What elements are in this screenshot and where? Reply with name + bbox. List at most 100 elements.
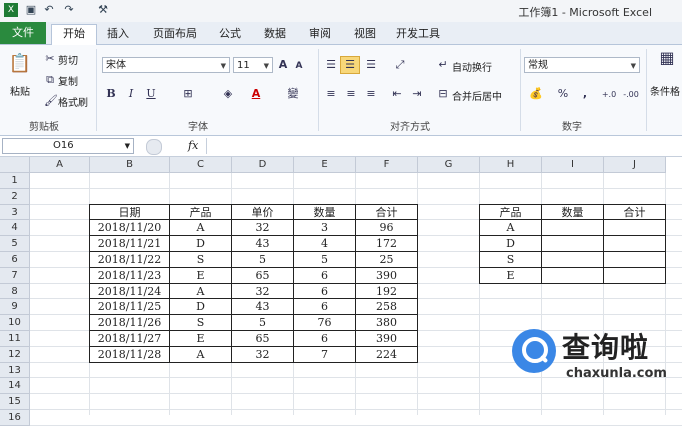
align-right-icon[interactable]: ≡ xyxy=(364,87,378,101)
align-bottom-icon[interactable]: ☰ xyxy=(364,58,378,72)
table-cell[interactable]: S xyxy=(170,252,232,268)
column-header-e[interactable]: E xyxy=(294,157,356,173)
tab-file[interactable]: 文件 xyxy=(0,22,46,44)
customize-quick-access-icon[interactable]: ⚒ xyxy=(96,3,110,17)
underline-button[interactable]: U xyxy=(144,87,158,101)
table-cell[interactable]: 390 xyxy=(356,267,418,284)
table-cell[interactable]: 2018/11/20 xyxy=(90,220,170,237)
table-cell[interactable]: 2018/11/22 xyxy=(90,252,170,268)
conditional-formatting-icon[interactable]: ▦ xyxy=(656,50,678,73)
column-header-g[interactable]: G xyxy=(418,157,480,173)
table-cell[interactable]: 172 xyxy=(356,236,418,252)
insert-function-button[interactable]: fx xyxy=(188,139,198,152)
table-cell[interactable]: 2018/11/27 xyxy=(90,331,170,347)
row-header-7[interactable]: 7 xyxy=(0,267,30,284)
select-all-corner[interactable] xyxy=(0,157,30,173)
formula-input[interactable] xyxy=(206,138,681,154)
table-cell[interactable]: 390 xyxy=(356,331,418,347)
table-cell[interactable]: 65 xyxy=(232,331,294,347)
table-cell[interactable]: 2018/11/26 xyxy=(90,315,170,331)
shrink-font-button[interactable]: A xyxy=(293,59,305,73)
tab-view[interactable]: 视图 xyxy=(347,25,383,43)
table-cell[interactable]: 2018/11/28 xyxy=(90,346,170,363)
number-format-select[interactable]: 常规 ▼ xyxy=(524,57,640,73)
table-header-cell[interactable]: 产品 xyxy=(170,204,232,221)
comma-button[interactable]: , xyxy=(580,87,590,101)
row-header-9[interactable]: 9 xyxy=(0,299,30,316)
cut-icon[interactable]: ✂ xyxy=(44,52,56,66)
table-cell[interactable]: 5 xyxy=(232,315,294,331)
row-header-12[interactable]: 12 xyxy=(0,346,30,363)
table-cell[interactable]: 96 xyxy=(356,220,418,237)
table-cell[interactable]: E xyxy=(170,267,232,284)
table-header-cell[interactable]: 产品 xyxy=(480,204,542,221)
align-center-icon[interactable]: ≡ xyxy=(344,87,358,101)
save-icon[interactable]: ▣ xyxy=(24,3,38,17)
row-header-10[interactable]: 10 xyxy=(0,315,30,331)
row-header-13[interactable]: 13 xyxy=(0,362,30,379)
formula-cancel-icon[interactable] xyxy=(146,139,162,155)
table-cell[interactable]: 7 xyxy=(294,346,356,363)
column-header-b[interactable]: B xyxy=(90,157,170,173)
tab-formulas[interactable]: 公式 xyxy=(212,25,248,43)
align-left-icon[interactable]: ≡ xyxy=(324,87,338,101)
column-header-f[interactable]: F xyxy=(356,157,418,173)
name-box[interactable]: O16 ▼ xyxy=(2,138,134,154)
table-cell[interactable]: D xyxy=(170,299,232,316)
italic-button[interactable]: I xyxy=(124,87,138,101)
row-header-3[interactable]: 3 xyxy=(0,204,30,221)
align-top-icon[interactable]: ☰ xyxy=(324,58,338,72)
table-cell[interactable]: 6 xyxy=(294,283,356,300)
table-cell[interactable]: S xyxy=(170,315,232,331)
increase-decimal-button[interactable]: +.0 xyxy=(600,88,618,102)
row-header-1[interactable]: 1 xyxy=(0,173,30,189)
table-cell[interactable]: 5 xyxy=(294,252,356,268)
table-cell[interactable]: 6 xyxy=(294,331,356,347)
row-header-14[interactable]: 14 xyxy=(0,378,30,395)
row-header-8[interactable]: 8 xyxy=(0,283,30,300)
table-cell[interactable]: 4 xyxy=(294,236,356,252)
grow-font-button[interactable]: A xyxy=(277,58,289,72)
row-header-11[interactable]: 11 xyxy=(0,331,30,347)
table-cell[interactable] xyxy=(604,236,666,252)
table-cell[interactable]: 32 xyxy=(232,220,294,237)
table-cell[interactable]: 6 xyxy=(294,267,356,284)
fill-color-icon[interactable]: ◈ xyxy=(220,87,236,101)
table-cell[interactable]: 380 xyxy=(356,315,418,331)
table-cell[interactable] xyxy=(542,267,604,284)
table-cell[interactable]: 2018/11/25 xyxy=(90,299,170,316)
merge-center-button[interactable]: 合并后居中 xyxy=(452,88,502,103)
row-header-15[interactable]: 15 xyxy=(0,394,30,410)
cut-button[interactable]: 剪切 xyxy=(58,52,78,67)
table-cell[interactable]: 76 xyxy=(294,315,356,331)
table-header-cell[interactable]: 数量 xyxy=(542,204,604,221)
table-header-cell[interactable]: 日期 xyxy=(90,204,170,221)
table-cell[interactable] xyxy=(542,236,604,252)
table-cell[interactable]: 25 xyxy=(356,252,418,268)
column-header-c[interactable]: C xyxy=(170,157,232,173)
table-cell[interactable] xyxy=(604,267,666,284)
table-cell[interactable]: 2018/11/24 xyxy=(90,283,170,300)
column-header-j[interactable]: J xyxy=(604,157,666,173)
format-painter-button[interactable]: 格式刷 xyxy=(58,94,88,109)
table-cell[interactable]: E xyxy=(170,331,232,347)
table-cell[interactable]: 65 xyxy=(232,267,294,284)
accounting-format-icon[interactable]: 💰 xyxy=(528,87,544,101)
row-header-6[interactable]: 6 xyxy=(0,252,30,268)
table-cell[interactable]: 2018/11/23 xyxy=(90,267,170,284)
font-name-select[interactable]: 宋体 ▼ xyxy=(102,57,230,73)
table-header-cell[interactable]: 合计 xyxy=(356,204,418,221)
table-cell[interactable] xyxy=(542,220,604,237)
table-cell[interactable]: 258 xyxy=(356,299,418,316)
tab-insert[interactable]: 插入 xyxy=(100,25,136,43)
tab-home[interactable]: 开始 xyxy=(51,24,97,45)
wrap-text-button[interactable]: 自动换行 xyxy=(452,59,492,74)
tab-developer[interactable]: 开发工具 xyxy=(390,25,446,43)
table-cell[interactable]: 192 xyxy=(356,283,418,300)
paste-icon[interactable]: 📋 xyxy=(8,51,32,77)
table-header-cell[interactable]: 合计 xyxy=(604,204,666,221)
table-cell[interactable] xyxy=(542,252,604,268)
column-header-a[interactable]: A xyxy=(30,157,90,173)
undo-icon[interactable]: ↶ xyxy=(42,3,56,17)
phonetic-icon[interactable]: 變 xyxy=(285,87,301,101)
